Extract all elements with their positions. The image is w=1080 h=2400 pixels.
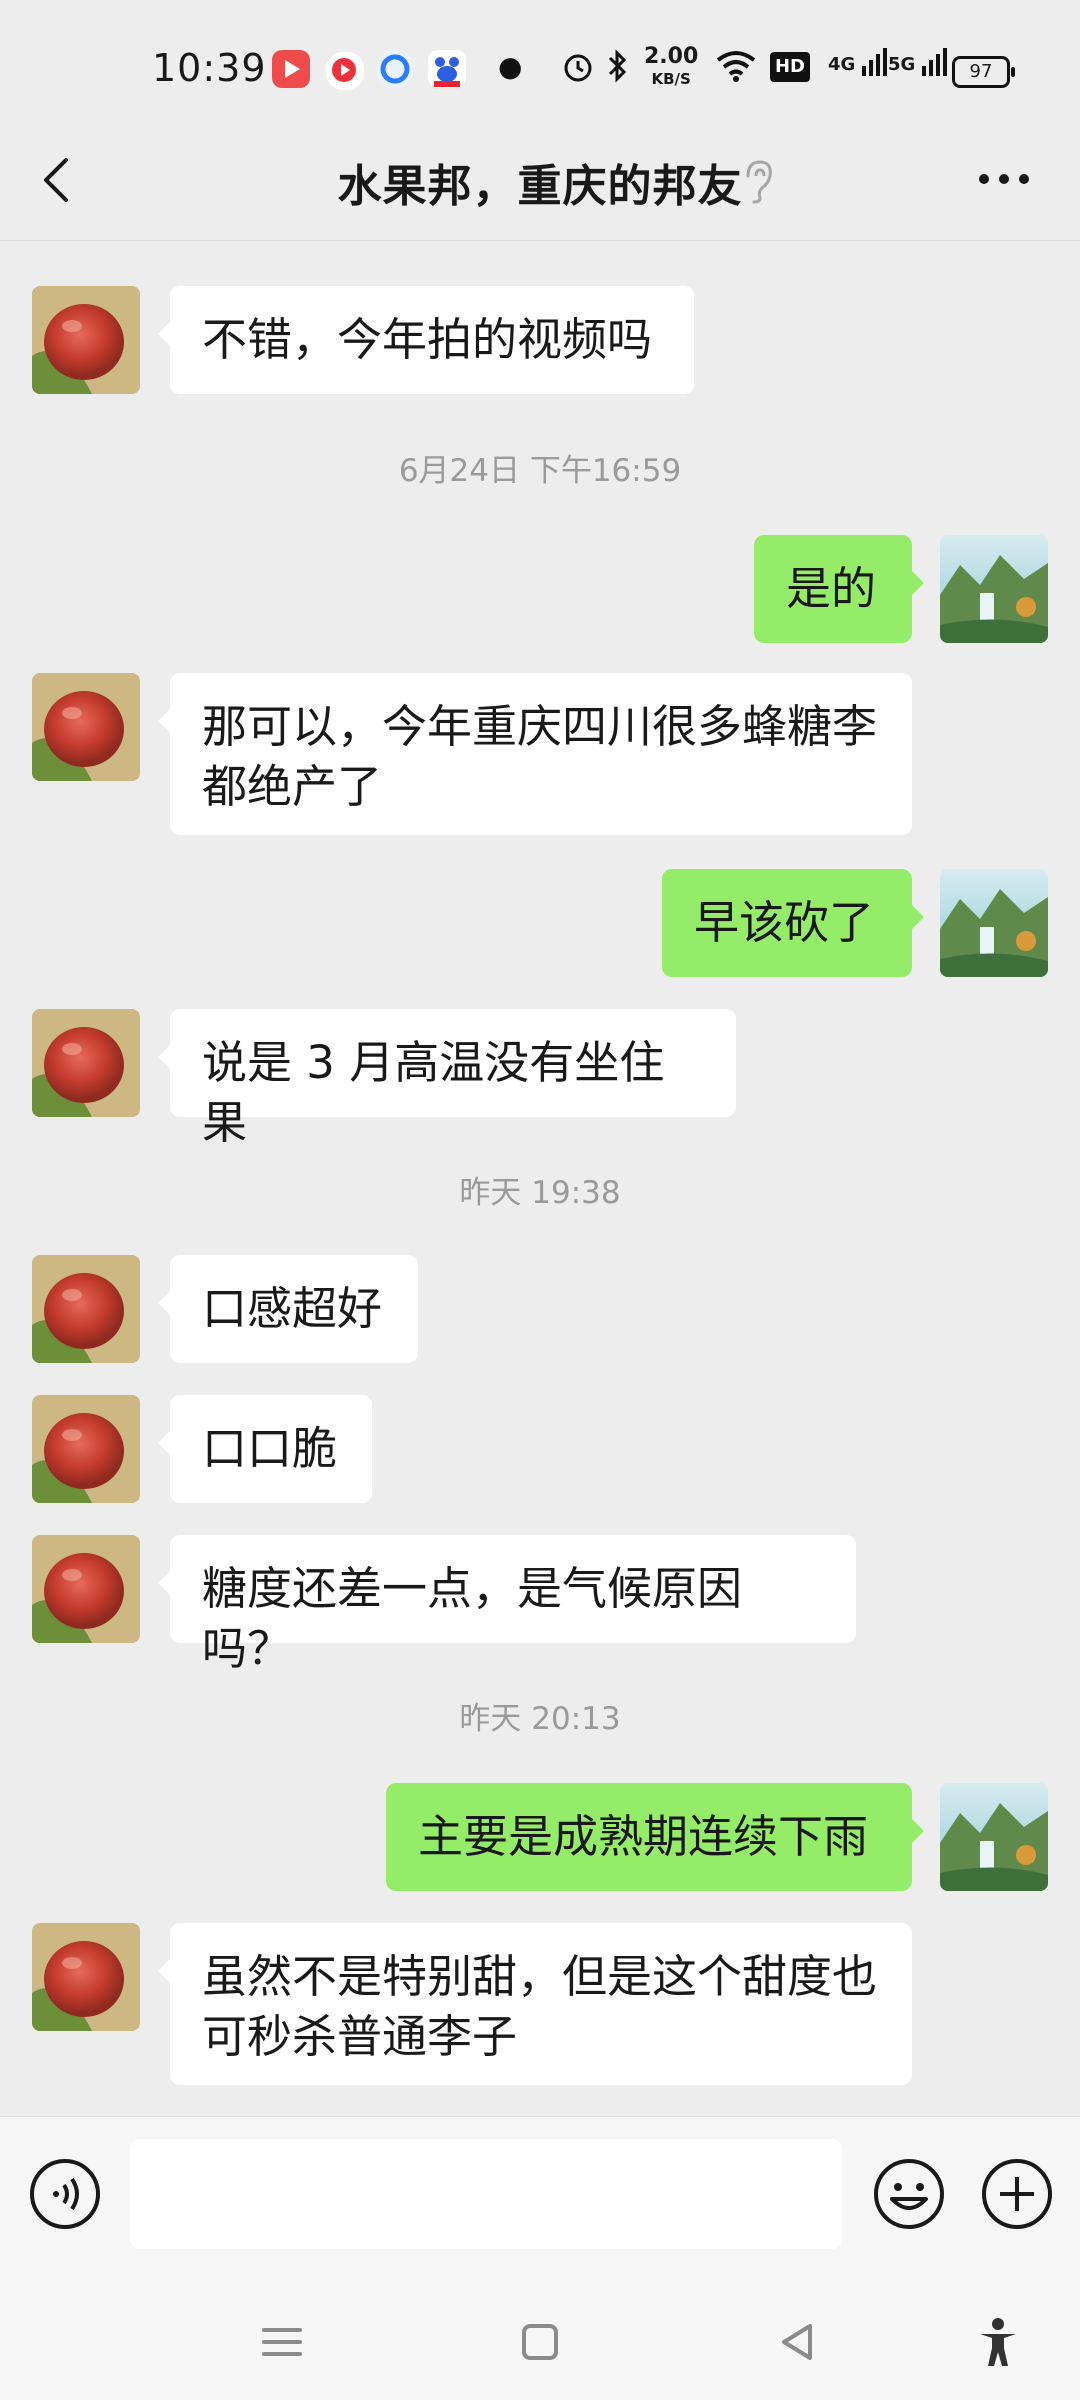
chat-title-text: 水果邦，重庆的邦友 (337, 161, 743, 212)
avatar-other[interactable] (32, 286, 140, 394)
system-navigation-bar (0, 2276, 1080, 2400)
voice-icon[interactable] (28, 2157, 102, 2231)
network-speed: 2.00 KB/S (644, 46, 698, 90)
ear-icon (738, 156, 778, 206)
signal-4g-label: 4G (828, 54, 856, 75)
signal-5g: 5G (888, 48, 948, 76)
bluetooth-icon (606, 48, 630, 92)
signal-4g: 4G (828, 48, 888, 76)
emoji-icon[interactable] (872, 2157, 946, 2231)
timestamp: 昨天 20:13 (459, 1701, 621, 1737)
network-speed-unit: KB/S (651, 70, 691, 88)
wifi-icon (714, 48, 758, 92)
home-icon[interactable] (510, 2312, 570, 2372)
chat-title: 水果邦，重庆的邦友 (0, 150, 1080, 214)
accessibility-icon[interactable] (968, 2312, 1028, 2372)
more-icon[interactable] (974, 164, 1034, 194)
signal-5g-label: 5G (888, 54, 916, 75)
plus-icon[interactable] (980, 2157, 1054, 2231)
message-bubble-other[interactable]: 那可以，今年重庆四川很多蜂糖李 都绝产了 (158, 673, 912, 835)
video-app-icon (272, 50, 310, 88)
message-bubble-other[interactable]: 口感超好 (158, 1255, 418, 1363)
message-list[interactable]: 不错，今年拍的视频吗 6月24日 下午16:59 是的 那可以，今年重庆四川很多… (0, 241, 1080, 2111)
avatar-self[interactable] (940, 1783, 1048, 1891)
timestamp: 昨天 19:38 (459, 1175, 621, 1211)
message-bubble-self[interactable]: 主要是成熟期连续下雨 (386, 1783, 924, 1891)
input-bar (0, 2116, 1080, 2277)
avatar-other[interactable] (32, 1255, 140, 1363)
timestamp: 6月24日 下午16:59 (398, 453, 682, 489)
alarm-icon (560, 48, 596, 92)
avatar-other[interactable] (32, 1395, 140, 1503)
baidu-icon (428, 50, 466, 88)
music-app-icon (324, 50, 366, 92)
avatar-self[interactable] (940, 535, 1048, 643)
status-time: 10:39 (152, 46, 267, 90)
menu-icon[interactable] (252, 2312, 312, 2372)
dot-icon: ● (498, 50, 523, 83)
browser-icon (376, 50, 414, 88)
message-bubble-other[interactable]: 糖度还差一点，是气候原因吗？ (158, 1535, 856, 1675)
message-bubble-other[interactable]: 口口脆 (158, 1395, 372, 1503)
message-bubble-other[interactable]: 虽然不是特别甜，但是这个甜度也 可秒杀普通李子 (158, 1923, 912, 2085)
avatar-self[interactable] (940, 869, 1048, 977)
chat-header: 水果邦，重庆的邦友 (0, 120, 1080, 240)
message-input[interactable] (130, 2139, 842, 2249)
avatar-other[interactable] (32, 1009, 140, 1117)
avatar-other[interactable] (32, 1535, 140, 1643)
message-bubble-self[interactable]: 是的 (754, 535, 924, 643)
message-bubble-other[interactable]: 不错，今年拍的视频吗 (158, 286, 694, 394)
hd-badge: HD (770, 52, 810, 82)
network-speed-value: 2.00 (644, 44, 699, 69)
message-bubble-self[interactable]: 早该砍了 (662, 869, 924, 977)
back-triangle-icon[interactable] (768, 2312, 828, 2372)
avatar-other[interactable] (32, 1923, 140, 2031)
avatar-other[interactable] (32, 673, 140, 781)
message-bubble-other[interactable]: 说是 3 月高温没有坐住果 (158, 1009, 736, 1149)
battery-indicator: 97 (952, 56, 1015, 88)
status-bar: 10:39 ● 2.00 KB/S HD 4G 5G 97 (0, 0, 1080, 140)
